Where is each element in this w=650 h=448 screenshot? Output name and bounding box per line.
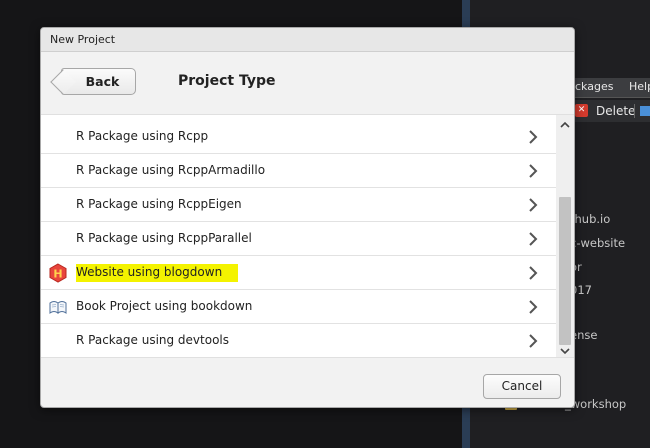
list-item-bookdown[interactable]: Book Project using bookdown	[41, 290, 556, 324]
dialog-title: New Project	[41, 28, 574, 52]
tab-packages[interactable]: ckages	[575, 80, 613, 93]
list-scrollbar[interactable]	[556, 115, 574, 357]
open-book-icon	[49, 301, 67, 314]
list-item-rcpp[interactable]: R Package using Rcpp	[41, 120, 556, 154]
list-item-rcppparallel[interactable]: R Package using RcppParallel	[41, 222, 556, 256]
list-item-label: R Package using devtools	[76, 333, 230, 347]
scrollbar-thumb[interactable]	[559, 197, 571, 345]
delete-button[interactable]: Delete	[596, 104, 635, 118]
dialog-header: Back Project Type	[41, 52, 574, 114]
list-item-label: R Package using RcppEigen	[76, 197, 242, 211]
chevron-right-icon	[529, 130, 538, 144]
project-type-list: R Package using Rcpp R Package using Rcp…	[41, 114, 574, 358]
svg-text:H: H	[53, 268, 62, 281]
file-item[interactable]: c-website	[570, 236, 625, 250]
chevron-right-icon	[529, 266, 538, 280]
list-item-blogdown[interactable]: H Website using blogdown	[41, 256, 556, 290]
scroll-up-icon[interactable]	[560, 120, 570, 130]
toolbar-separator	[634, 104, 635, 118]
back-button[interactable]: Back	[61, 68, 136, 95]
list-item-label: R Package using RcppParallel	[76, 231, 252, 245]
list-item-label: Website using blogdown	[76, 264, 239, 282]
list-item-label: Book Project using bookdown	[76, 299, 253, 313]
hugo-logo-icon: H	[49, 263, 67, 283]
list-item-devtools[interactable]: R Package using devtools	[41, 324, 556, 357]
list-item-label: R Package using RcppArmadillo	[76, 163, 266, 177]
list-item-rcppeigen[interactable]: R Package using RcppEigen	[41, 188, 556, 222]
file-item[interactable]: thub.io	[570, 212, 610, 226]
tab-help[interactable]: Help	[629, 80, 650, 93]
new-project-dialog: New Project Back Project Type R Package …	[40, 27, 575, 408]
delete-icon[interactable]: ✕	[575, 104, 588, 117]
page-title: Project Type	[178, 73, 276, 89]
chevron-right-icon	[529, 334, 538, 348]
chevron-right-icon	[529, 164, 538, 178]
chevron-right-icon	[529, 198, 538, 212]
scroll-down-icon[interactable]	[560, 346, 570, 356]
chevron-right-icon	[529, 232, 538, 246]
list-item-label: R Package using Rcpp	[76, 129, 209, 143]
rename-icon[interactable]	[640, 106, 650, 116]
cancel-button[interactable]: Cancel	[483, 374, 561, 399]
chevron-right-icon	[529, 300, 538, 314]
list-item-rcpparmadillo[interactable]: R Package using RcppArmadillo	[41, 154, 556, 188]
